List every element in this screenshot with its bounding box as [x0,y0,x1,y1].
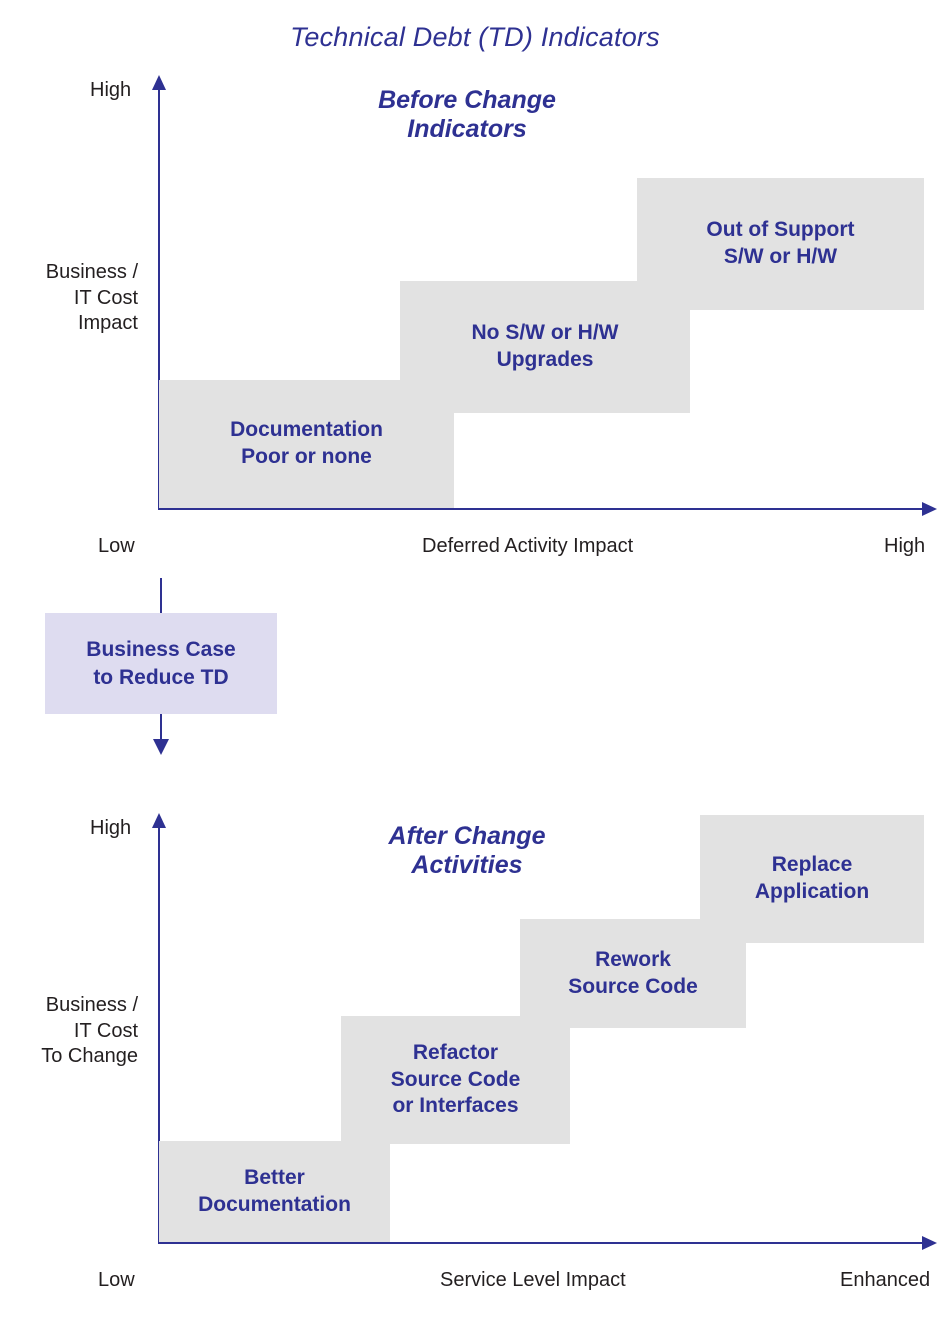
before-y-axis-high-tick: High [90,79,132,101]
step-box-out-of-support: Out of Support S/W or H/W [637,178,924,310]
before-y-axis-label: Business / IT Cost Impact [45,261,138,335]
after-x-axis-label: Service Level Impact [440,1269,626,1291]
step-box-replace-application: Replace Application [700,815,924,943]
after-y-axis-label: Business / IT Cost To Change [41,994,138,1068]
after-x-axis-enhanced-tick: Enhanced [840,1269,931,1291]
after-x-axis-line [158,1242,924,1244]
step-box-refactor-source-code: Refactor Source Code or Interfaces [341,1016,570,1144]
callout-connector-bottom [160,714,162,741]
before-x-axis-arrow-icon [922,502,937,516]
before-x-axis-low-tick: Low [98,535,135,557]
page-title: Technical Debt (TD) Indicators [290,22,660,52]
after-change-heading: After Change Activities [388,822,546,879]
after-x-axis-arrow-icon [922,1236,937,1250]
business-case-callout: Business Case to Reduce TD [45,613,277,714]
before-x-axis-line [158,508,924,510]
diagram-canvas: Technical Debt (TD) Indicators Before Ch… [0,0,950,1328]
before-change-heading: Before Change Indicators [378,86,556,143]
before-x-axis-high-tick: High [884,535,926,557]
after-y-axis-high-tick: High [90,817,132,839]
after-x-axis-low-tick: Low [98,1269,135,1291]
step-box-better-documentation: Better Documentation [159,1141,390,1242]
callout-arrow-down-icon [153,739,169,755]
before-x-axis-label: Deferred Activity Impact [422,535,634,557]
callout-connector-top [160,578,162,614]
